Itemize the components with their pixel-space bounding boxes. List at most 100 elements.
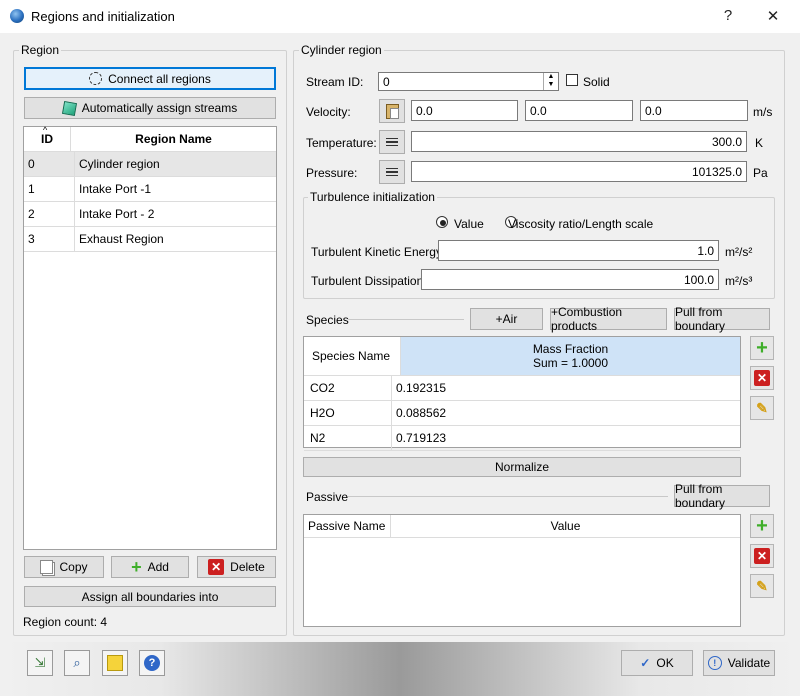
passive-name-header[interactable]: Passive Name: [304, 515, 391, 537]
ok-button[interactable]: ✓ OK: [621, 650, 693, 676]
table-row[interactable]: H2O 0.088562: [304, 401, 740, 426]
dissipation-label: Turbulent Dissipation:: [311, 274, 427, 288]
velocity-z-value: 0.0: [645, 103, 662, 118]
id-column-header[interactable]: ^ ID: [24, 125, 71, 151]
validate-label: Validate: [727, 656, 771, 670]
tke-label: Turbulent Kinetic Energy:: [311, 245, 446, 259]
broom-icon: ✎: [756, 577, 768, 594]
row-id: 0: [24, 152, 75, 176]
validate-button[interactable]: ! Validate: [703, 650, 775, 676]
mass-fraction-label: Mass Fraction: [532, 342, 609, 356]
passive-pull-from-boundary-button[interactable]: Pull from boundary: [674, 482, 770, 510]
mass-fraction-header[interactable]: Mass Fraction Sum = 1.0000: [401, 337, 740, 375]
cube-icon: [61, 100, 77, 116]
row-id: 1: [24, 177, 75, 201]
temperature-field[interactable]: 300.0: [411, 131, 747, 152]
table-row[interactable]: N2 0.719123: [304, 426, 740, 451]
species-name-cell: H2O: [304, 401, 392, 425]
region-table: ^ ID Region Name 0 Cylinder region 1 Int…: [23, 125, 277, 550]
table-row[interactable]: 3 Exhaust Region: [24, 227, 276, 252]
solid-checkbox[interactable]: [566, 74, 578, 86]
delete-icon: ✕: [754, 548, 770, 564]
dissipation-field[interactable]: 100.0: [421, 269, 719, 290]
delete-icon: ✕: [208, 559, 225, 575]
add-passive-button[interactable]: +: [750, 514, 774, 538]
velocity-paste-button[interactable]: [379, 99, 405, 123]
dissipation-unit: m²/s³: [725, 274, 753, 288]
assign-all-boundaries-button[interactable]: Assign all boundaries into: [24, 586, 276, 607]
copy-icon: [40, 560, 54, 574]
plus-icon: +: [756, 337, 768, 359]
passive-table-header: Passive Name Value: [304, 515, 740, 538]
dissipation-value: 100.0: [683, 272, 714, 287]
mass-fraction-sum: Sum = 1.0000: [532, 356, 609, 370]
check-icon: ✓: [640, 656, 651, 670]
delete-region-button[interactable]: ✕ Delete: [197, 556, 276, 578]
add-label: Add: [147, 560, 169, 574]
species-name-header[interactable]: Species Name: [304, 337, 401, 375]
stream-id-spinbox[interactable]: 0: [378, 72, 559, 91]
add-air-button[interactable]: +Air: [470, 308, 543, 330]
import-icon: ⇲: [34, 655, 46, 670]
dashed-circle-icon: [89, 72, 103, 85]
tke-field[interactable]: 1.0: [438, 240, 719, 261]
clear-passive-button[interactable]: ✎: [750, 574, 774, 598]
preview-icon: ⌕: [73, 655, 81, 670]
temperature-value: 300.0: [711, 134, 742, 149]
passive-separator: [348, 496, 668, 497]
pressure-field[interactable]: 101325.0: [411, 161, 747, 182]
spin-down-icon[interactable]: ▼: [544, 81, 558, 89]
add-combustion-products-button[interactable]: +Combustion products: [550, 305, 667, 333]
remove-passive-button[interactable]: ✕: [750, 544, 774, 568]
connect-all-regions-button[interactable]: Connect all regions: [24, 67, 276, 90]
table-row[interactable]: 0 Cylinder region: [24, 152, 276, 177]
broom-icon: ✎: [756, 399, 768, 416]
preview-button[interactable]: ⌕: [64, 650, 90, 676]
region-table-header: ^ ID Region Name: [24, 125, 276, 152]
normalize-button[interactable]: Normalize: [303, 457, 741, 477]
close-button[interactable]: ✕: [763, 7, 783, 25]
velocity-x-field[interactable]: 0.0: [411, 100, 518, 121]
table-row[interactable]: CO2 0.192315: [304, 376, 740, 401]
stream-id-spinner[interactable]: ▲ ▼: [543, 73, 558, 90]
pressure-value: 101325.0: [691, 164, 742, 179]
clear-species-button[interactable]: ✎: [750, 396, 774, 420]
region-name-column-header[interactable]: Region Name: [71, 127, 276, 151]
table-row[interactable]: 2 Intake Port - 2: [24, 202, 276, 227]
velocity-label: Velocity:: [306, 105, 351, 119]
passive-value-header[interactable]: Value: [391, 515, 740, 537]
remove-species-button[interactable]: ✕: [750, 366, 774, 390]
spin-up-icon[interactable]: ▲: [544, 73, 558, 81]
app-icon: [10, 9, 24, 23]
value-radio[interactable]: [436, 216, 448, 228]
import-button[interactable]: ⇲: [27, 650, 53, 676]
auto-assign-streams-button[interactable]: Automatically assign streams: [24, 97, 276, 119]
temperature-label: Temperature:: [306, 136, 377, 150]
velocity-y-field[interactable]: 0.0: [525, 100, 633, 121]
pressure-unit: Pa: [753, 166, 768, 180]
help-footer-button[interactable]: ?: [139, 650, 165, 676]
temperature-profile-button[interactable]: [379, 130, 405, 154]
row-name: Cylinder region: [79, 157, 160, 171]
viscosity-ratio-label: Viscosity ratio/Length scale: [508, 217, 654, 231]
sort-up-icon: ^: [43, 125, 48, 135]
mass-fraction-cell: 0.719123: [396, 431, 447, 445]
cylinder-region-title: Cylinder region: [299, 43, 384, 57]
species-label: Species: [306, 313, 349, 327]
species-pull-from-boundary-button[interactable]: Pull from boundary: [674, 305, 770, 333]
add-region-button[interactable]: + Add: [111, 556, 189, 578]
notes-button[interactable]: [102, 650, 128, 676]
velocity-z-field[interactable]: 0.0: [640, 100, 748, 121]
solid-label: Solid: [583, 75, 610, 89]
add-species-button[interactable]: +: [750, 336, 774, 360]
help-icon: ?: [144, 655, 160, 671]
row-id: 3: [24, 227, 75, 251]
row-id: 2: [24, 202, 75, 226]
auto-assign-streams-label: Automatically assign streams: [81, 101, 238, 115]
copy-label: Copy: [59, 560, 88, 574]
help-button[interactable]: ?: [718, 7, 738, 24]
copy-button[interactable]: Copy: [24, 556, 104, 578]
region-group-title: Region: [19, 43, 62, 57]
pressure-profile-button[interactable]: [379, 160, 405, 184]
table-row[interactable]: 1 Intake Port -1: [24, 177, 276, 202]
